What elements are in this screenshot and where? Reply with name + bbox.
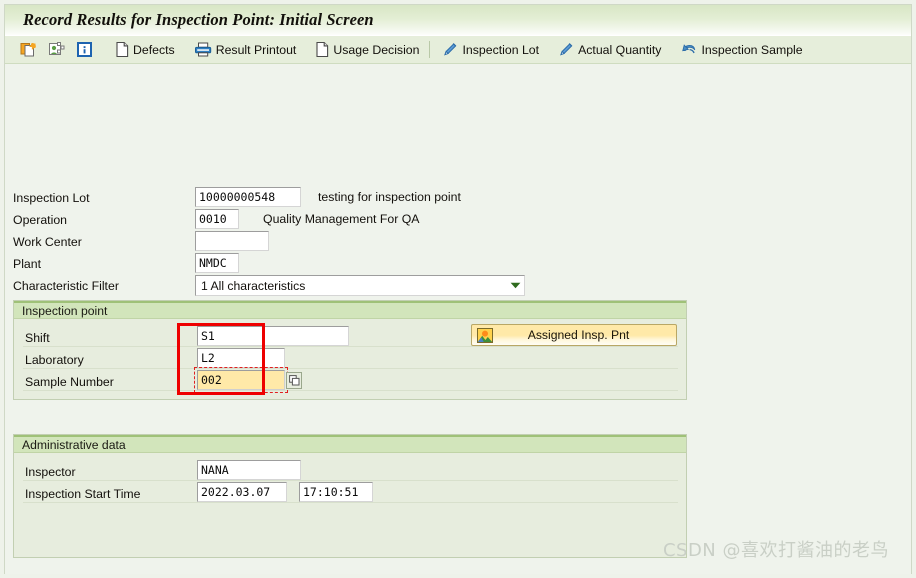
- sample-number-label: Sample Number: [25, 374, 114, 389]
- field-row-shift: Shift: [25, 328, 50, 347]
- laboratory-input[interactable]: L2: [197, 348, 285, 368]
- toolbar-info-button[interactable]: [73, 39, 99, 61]
- sap-window: Record Results for Inspection Point: Ini…: [4, 4, 912, 574]
- toolbar-defects-label: Defects: [133, 42, 175, 57]
- inspection-lot-input[interactable]: 10000000548: [195, 187, 301, 207]
- sample-number-multiple-selection-button[interactable]: [286, 372, 302, 389]
- shift-input[interactable]: S1: [197, 326, 349, 346]
- assigned-inspection-point-button[interactable]: Assigned Insp. Pnt: [471, 324, 677, 346]
- info-icon: [76, 41, 93, 58]
- field-row-plant: Plant: [13, 254, 41, 273]
- panel-row-divider: [23, 368, 678, 369]
- inspection-lot-description: testing for inspection point: [318, 190, 461, 204]
- application-toolbar: Defects Result Printout Usage Decision I…: [5, 36, 911, 64]
- inspection-start-date-input[interactable]: 2022.03.07: [197, 482, 287, 502]
- operation-description: Quality Management For QA: [263, 212, 420, 226]
- toolbar-inspection-person-button[interactable]: [45, 39, 71, 61]
- field-row-inspection-start-time: Inspection Start Time: [25, 484, 141, 503]
- undo-icon: [680, 41, 698, 58]
- inspection-person-icon: [48, 41, 65, 58]
- panel-row-divider: [23, 346, 678, 347]
- toolbar-actual-quantity-label: Actual Quantity: [578, 42, 662, 57]
- printer-icon: [194, 41, 213, 58]
- panel-row-divider: [23, 480, 678, 481]
- field-row-operation: Operation: [13, 210, 67, 229]
- plant-input[interactable]: NMDC: [195, 253, 239, 273]
- characteristic-filter-label: Characteristic Filter: [13, 278, 119, 293]
- pencil-icon: [558, 41, 575, 58]
- toolbar-inspection-sample-button[interactable]: Inspection Sample: [677, 39, 805, 61]
- field-row-inspection-lot: Inspection Lot: [13, 188, 90, 207]
- operation-input[interactable]: 0010: [195, 209, 239, 229]
- toolbar-inspection-lot-button[interactable]: Inspection Lot: [439, 39, 542, 61]
- laboratory-label: Laboratory: [25, 352, 84, 367]
- chevron-down-icon[interactable]: [507, 282, 524, 289]
- field-row-laboratory: Laboratory: [25, 350, 84, 369]
- toolbar-result-printout-button[interactable]: Result Printout: [191, 39, 300, 61]
- operation-label: Operation: [13, 212, 68, 227]
- field-row-sample-number: Sample Number: [25, 372, 114, 391]
- toolbar-actual-quantity-button[interactable]: Actual Quantity: [555, 39, 664, 61]
- characteristic-filter-value: 1 All characteristics: [201, 278, 306, 293]
- document-icon: [115, 41, 130, 58]
- inspection-point-panel: Inspection point: [13, 300, 687, 400]
- panel-row-divider: [23, 390, 678, 391]
- form-body: Inspection Lot 10000000548 testing for i…: [5, 64, 911, 574]
- mountain-sun-icon: [475, 327, 495, 343]
- new-document-icon: [20, 41, 37, 58]
- inspector-input[interactable]: NANA: [197, 460, 301, 480]
- inspector-label: Inspector: [25, 464, 76, 479]
- multiple-selection-icon: [288, 375, 299, 386]
- administrative-data-section-title: Administrative data: [22, 437, 126, 452]
- csdn-watermark: CSDN @喜欢打酱油的老鸟: [662, 540, 889, 561]
- toolbar-defects-button[interactable]: Defects: [112, 39, 178, 61]
- page-title: Record Results for Inspection Point: Ini…: [23, 10, 374, 29]
- work-center-input[interactable]: [195, 231, 269, 251]
- plant-label: Plant: [13, 256, 42, 271]
- characteristic-filter-select[interactable]: 1 All characteristics: [195, 275, 525, 296]
- assigned-inspection-point-label: Assigned Insp. Pnt: [527, 328, 630, 342]
- toolbar-result-printout-label: Result Printout: [215, 42, 297, 57]
- field-row-characteristic-filter: Characteristic Filter: [13, 276, 119, 295]
- inspection-point-panel-header: Inspection point: [14, 301, 686, 319]
- inspection-lot-label: Inspection Lot: [13, 190, 90, 205]
- toolbar-inspection-lot-label: Inspection Lot: [462, 42, 540, 57]
- toolbar-separator: [429, 41, 431, 58]
- window-titlebar: Record Results for Inspection Point: Ini…: [5, 5, 911, 36]
- field-row-inspector: Inspector: [25, 462, 76, 481]
- pencil-icon: [442, 41, 459, 58]
- field-row-work-center: Work Center: [13, 232, 82, 251]
- inspection-start-time-input[interactable]: 17:10:51: [299, 482, 373, 502]
- sample-number-input[interactable]: 002: [197, 370, 285, 390]
- administrative-data-panel-header: Administrative data: [14, 435, 686, 453]
- toolbar-usage-decision-label: Usage Decision: [333, 42, 420, 57]
- inspection-point-section-title: Inspection point: [22, 303, 108, 318]
- toolbar-inspection-sample-label: Inspection Sample: [701, 42, 803, 57]
- toolbar-usage-decision-button[interactable]: Usage Decision: [312, 39, 422, 61]
- shift-label: Shift: [25, 330, 50, 345]
- work-center-label: Work Center: [13, 234, 82, 249]
- inspection-start-time-label: Inspection Start Time: [25, 486, 141, 501]
- toolbar-new-document-button[interactable]: [17, 39, 43, 61]
- document-icon: [315, 41, 330, 58]
